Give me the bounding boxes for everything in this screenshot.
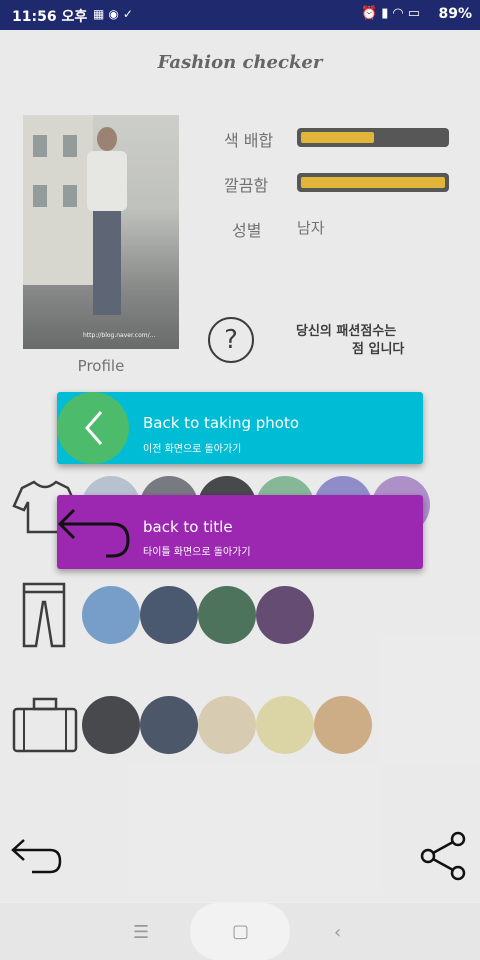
back-icon[interactable]	[10, 836, 64, 876]
chat-icon: ◉	[108, 7, 123, 21]
home-button[interactable]: ▢	[190, 903, 290, 960]
status-bar: 11:56 오후 ▦◉✓ ⏰▮◠▭ 89%	[0, 0, 480, 30]
back-to-title-title: back to title	[143, 518, 233, 536]
back-fab[interactable]	[57, 392, 129, 464]
square-icon: ▢	[232, 921, 250, 942]
notification-icons: ▦◉✓	[93, 7, 137, 21]
battery-percent: 89%	[438, 6, 472, 22]
signal-icon: ▮	[381, 6, 393, 21]
menu-icon[interactable]: ☰	[133, 922, 149, 943]
return-arrow-icon	[57, 508, 130, 558]
chevron-left-icon	[85, 411, 103, 445]
wifi-icon: ◠	[392, 6, 408, 21]
menu-scrim[interactable]	[0, 30, 480, 902]
status-time: 11:56 오후	[12, 9, 88, 25]
grid-icon: ▦	[93, 7, 109, 21]
back-to-photo-subtitle: 이전 화면으로 돌아가기	[143, 444, 242, 455]
check-icon: ✓	[122, 7, 137, 21]
system-nav-bar: ☰ ▢ ‹	[0, 903, 480, 960]
share-icon[interactable]	[420, 831, 468, 881]
system-icons: ⏰▮◠▭	[361, 6, 424, 21]
back-to-photo-title: Back to taking photo	[143, 414, 299, 432]
back-nav-icon[interactable]: ‹	[334, 922, 341, 943]
battery-icon: ▭	[407, 6, 424, 21]
alarm-icon: ⏰	[361, 6, 382, 21]
back-to-title-subtitle: 타이틀 화면으로 돌아가기	[143, 547, 251, 558]
